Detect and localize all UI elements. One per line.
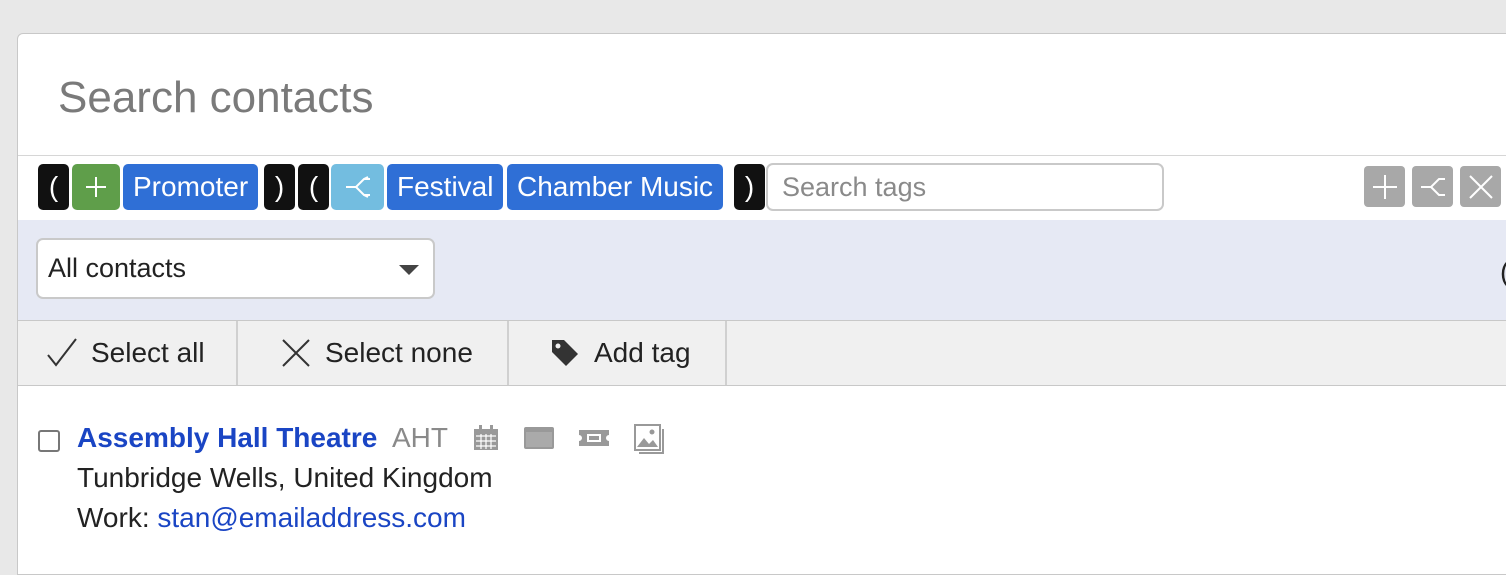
contact-list-select[interactable]: All contacts: [36, 238, 435, 299]
contact-location: Tunbridge Wells, United Kingdom: [77, 462, 493, 493]
tag-token-festival[interactable]: Festival: [387, 164, 504, 210]
add-or-group-button[interactable]: [1412, 166, 1453, 207]
branch-icon: [345, 176, 370, 198]
select-none-label: Select none: [325, 337, 473, 368]
work-label: Work:: [77, 502, 150, 533]
tag-icon: [552, 340, 578, 366]
window-icon[interactable]: [523, 424, 555, 452]
search-tags-input[interactable]: Search tags: [766, 163, 1164, 211]
open-paren-token[interactable]: (: [298, 164, 329, 210]
contact-work-email-line: Work: stan@emailaddress.com: [77, 502, 466, 534]
plus-icon: [1372, 175, 1397, 199]
tag-token-promoter[interactable]: Promoter: [123, 164, 259, 210]
filter-bar: All contacts (: [18, 220, 1506, 321]
contact-list-selected-label: All contacts: [48, 253, 187, 283]
bulk-action-bar: Select all Select none Add tag: [18, 321, 1506, 386]
contact-email-link[interactable]: stan@emailaddress.com: [157, 502, 466, 533]
plus-icon: [86, 177, 106, 197]
chevron-down-icon: [399, 265, 419, 275]
close-icon: [1468, 175, 1493, 199]
group-operator-or[interactable]: [331, 164, 384, 210]
contact-select-checkbox[interactable]: [38, 430, 60, 452]
add-and-group-button[interactable]: [1364, 166, 1405, 207]
open-paren-token[interactable]: (: [38, 164, 69, 210]
search-contacts-title[interactable]: Search contacts: [58, 74, 374, 122]
images-icon[interactable]: [634, 424, 666, 456]
checkmark-icon: [47, 338, 77, 367]
contacts-panel: Search contacts ( Promoter ) ( Festival …: [17, 33, 1506, 575]
close-paren-token[interactable]: ): [264, 164, 295, 210]
tag-token-chamber-music[interactable]: Chamber Music: [507, 164, 724, 210]
select-none-button[interactable]: Select none: [238, 321, 509, 385]
tag-filter-bar: ( Promoter ) ( Festival Chamber Music ) …: [18, 155, 1506, 221]
add-tag-button[interactable]: Add tag: [509, 321, 727, 385]
group-operator-and[interactable]: [72, 164, 120, 210]
ticket-icon[interactable]: [578, 424, 610, 452]
close-icon: [282, 339, 310, 367]
close-paren-token[interactable]: ): [734, 164, 765, 210]
contact-row: Assembly Hall Theatre AHT Tunbridge Well…: [18, 386, 1506, 574]
branch-icon: [1420, 178, 1445, 196]
contact-name-link[interactable]: Assembly Hall Theatre: [77, 422, 377, 454]
calendar-icon[interactable]: [472, 424, 500, 452]
clear-tags-button[interactable]: [1460, 166, 1501, 207]
select-all-label: Select all: [91, 337, 205, 368]
clipped-edge-glyph: (: [1500, 256, 1506, 288]
add-tag-label: Add tag: [594, 337, 691, 368]
select-all-button[interactable]: Select all: [18, 321, 238, 385]
contact-abbreviation: AHT: [392, 422, 448, 453]
